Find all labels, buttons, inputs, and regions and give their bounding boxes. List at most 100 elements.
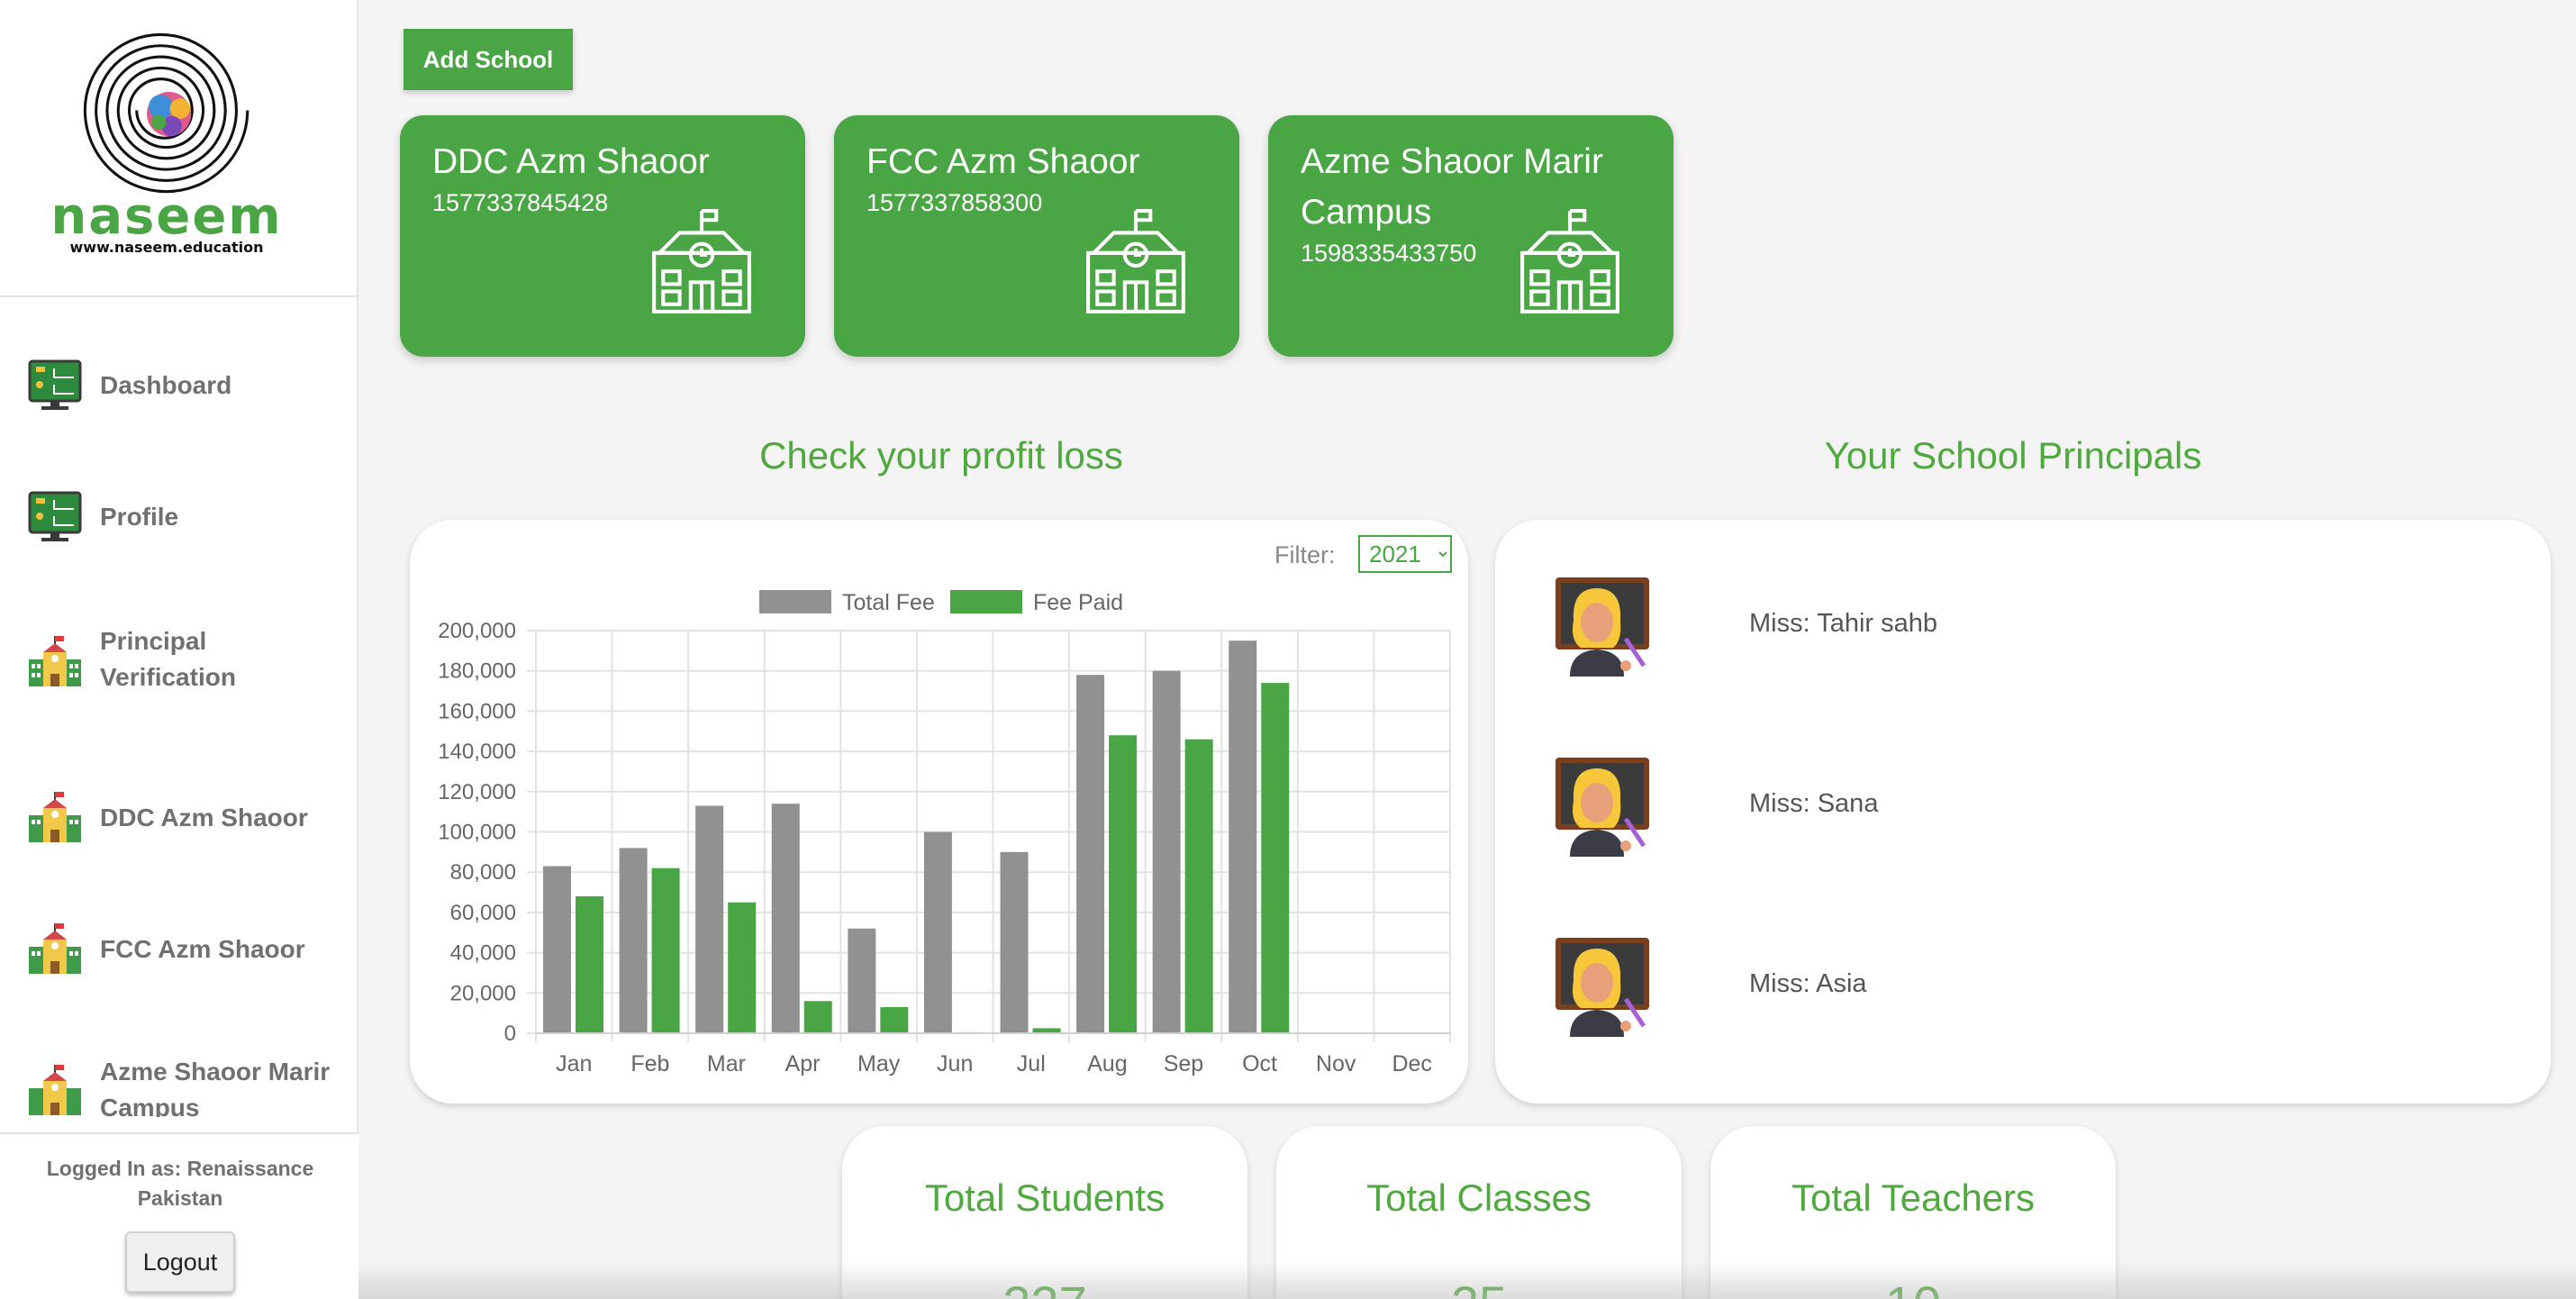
school-building-icon [29, 792, 81, 842]
total-fee-bar [923, 831, 952, 1033]
total-classes-card: Total Classes 25 [1276, 1126, 1682, 1299]
fee-paid-bar [1261, 683, 1290, 1033]
total-teachers-card: Total Teachers 10 [1710, 1126, 2116, 1299]
logo-swirl-icon [83, 32, 249, 194]
total-fee-bar [1229, 640, 1257, 1033]
fee-paid-bar [803, 1001, 832, 1033]
principal-row[interactable]: Miss: Tahir sahb [1554, 576, 2454, 684]
legend-swatch-total-fee [759, 590, 831, 613]
total-fee-bar [771, 804, 800, 1033]
total-fee-bar [695, 805, 724, 1033]
sidebar: naseem www.naseem.education Dashboard Pr… [0, 0, 358, 1299]
y-tick-label: 20,000 [450, 981, 516, 1005]
school-icon [1086, 209, 1185, 313]
x-tick-label: Jan [556, 1051, 592, 1076]
y-tick-label: 180,000 [438, 659, 516, 684]
school-id: 1598335433750 [1301, 240, 1477, 267]
y-tick-label: 100,000 [438, 821, 516, 845]
sidebar-item-label: Azme Shaoor Marir Campus [100, 1058, 331, 1117]
principal-name: Miss: Tahir sahb [1749, 609, 1937, 638]
total-fee-bar [848, 928, 876, 1033]
profit-loss-chart-card: Filter: 2021 200,000 180,000 160,000 140,00… [410, 520, 1468, 1104]
fee-paid-bar [880, 1006, 909, 1033]
stat-title: Total Students [924, 1176, 1166, 1219]
x-tick-label: Feb [630, 1051, 669, 1076]
stat-title: Total Classes [1366, 1176, 1592, 1219]
sidebar-item-azme-shaoor-marir-campus[interactable]: Azme Shaoor Marir Campus [0, 1047, 358, 1117]
sidebar-item-dashboard[interactable]: Dashboard [0, 350, 358, 422]
principal-name: Miss: Sana [1749, 789, 1879, 818]
teacher-avatar-icon [1556, 577, 1649, 677]
principals-title: Your School Principals [1824, 434, 2202, 477]
principals-card: Miss: Tahir sahb Miss: Sana Miss: Asia [1495, 520, 2551, 1104]
sidebar-item-label: Profile [100, 503, 179, 531]
school-card-fcc-azm-shaoor[interactable]: FCC Azm Shaoor 1577337858300 [834, 115, 1239, 357]
school-card-ddc-azm-shaoor[interactable]: DDC Azm Shaoor 1577337845428 [400, 115, 805, 357]
total-fee-bar [619, 848, 648, 1033]
principal-name: Miss: Asia [1749, 969, 1867, 998]
legend-label-fee-paid: Fee Paid [1033, 590, 1123, 615]
add-school-button[interactable]: Add School [404, 29, 573, 90]
school-name: DDC Azm Shaoor [432, 142, 710, 181]
x-tick-label: Jul [1017, 1051, 1046, 1076]
total-fee-bar [1076, 675, 1105, 1033]
teacher-avatar-icon [1556, 938, 1649, 1037]
x-tick-label: Sep [1164, 1051, 1203, 1076]
sidebar-item-label: DDC Azm Shaoor [100, 804, 308, 831]
school-icon [652, 209, 751, 313]
y-tick-label: 60,000 [450, 901, 516, 925]
total-students-card: Total Students 227 [842, 1126, 1247, 1299]
sidebar-item-label: FCC Azm Shaoor [100, 935, 305, 963]
fee-paid-bar [728, 902, 757, 1033]
brand-name: naseem [50, 187, 283, 246]
school-building-icon [29, 1065, 81, 1115]
sidebar-item-principal-verification[interactable]: Principal Verification [0, 614, 358, 704]
sidebar-item-label: Dashboard [100, 371, 232, 399]
y-tick-label: 200,000 [438, 619, 516, 643]
x-tick-label: Dec [1392, 1051, 1431, 1076]
x-tick-label: May [857, 1051, 901, 1076]
principal-row[interactable]: Miss: Sana [1554, 756, 2454, 864]
total-fee-bar [543, 866, 571, 1033]
fee-paid-bar [576, 896, 603, 1033]
teacher-avatar-icon [1556, 758, 1649, 857]
logged-in-text: Logged In as: Renaissance Pakistan [46, 1157, 314, 1210]
stat-value: 10 [1710, 1275, 2116, 1299]
legend-swatch-fee-paid [950, 590, 1022, 613]
dashboard-board-icon [28, 359, 82, 410]
brand-url: www.naseem.education [69, 239, 264, 256]
principal-row[interactable]: Miss: Asia [1554, 936, 2454, 1044]
fee-paid-bar [1109, 735, 1138, 1033]
y-tick-label: 40,000 [450, 941, 516, 966]
y-tick-label: 120,000 [438, 780, 516, 804]
sidebar-footer: Logged In as: Renaissance Pakistan Logou… [0, 1132, 358, 1299]
school-id: 1577337845428 [432, 189, 609, 216]
fee-bar-chart: 200,000 180,000 160,000 140,000 120,000 100,0… [438, 590, 1451, 1076]
profile-board-icon [28, 491, 82, 541]
sidebar-item-profile[interactable]: Profile [0, 481, 358, 553]
y-tick-label: 140,000 [438, 740, 516, 764]
logout-button[interactable]: Logout [125, 1231, 235, 1293]
x-tick-label: Jun [937, 1051, 973, 1076]
sidebar-item-label: Principal Verification [100, 627, 236, 691]
x-tick-label: Oct [1242, 1051, 1277, 1076]
brand-logo[interactable]: naseem www.naseem.education [0, 0, 358, 297]
stat-value: 227 [842, 1275, 1247, 1299]
fee-paid-bar [651, 868, 680, 1033]
total-fee-bar [1152, 670, 1181, 1033]
school-icon [1520, 209, 1619, 313]
school-id: 1577337858300 [866, 189, 1043, 216]
sidebar-item-ddc-azm-shaoor[interactable]: DDC Azm Shaoor [0, 782, 358, 854]
total-fee-bar [1000, 851, 1029, 1033]
school-building-icon [29, 923, 81, 974]
x-tick-label: Nov [1316, 1051, 1356, 1076]
y-tick-label: 80,000 [450, 860, 516, 885]
profit-loss-title: Check your profit loss [759, 434, 1123, 477]
school-card-azme-shaoor-marir-campus[interactable]: Azme Shaoor Marir Campus 1598335433750 [1268, 115, 1673, 357]
sidebar-nav: Dashboard Profile Principal Verification… [0, 299, 358, 1117]
sidebar-item-fcc-azm-shaoor[interactable]: FCC Azm Shaoor [0, 913, 358, 986]
x-tick-label: Aug [1087, 1051, 1127, 1076]
stat-value: 25 [1276, 1275, 1682, 1299]
y-tick-label: 0 [504, 1022, 516, 1046]
legend-label-total-fee: Total Fee [842, 590, 935, 615]
